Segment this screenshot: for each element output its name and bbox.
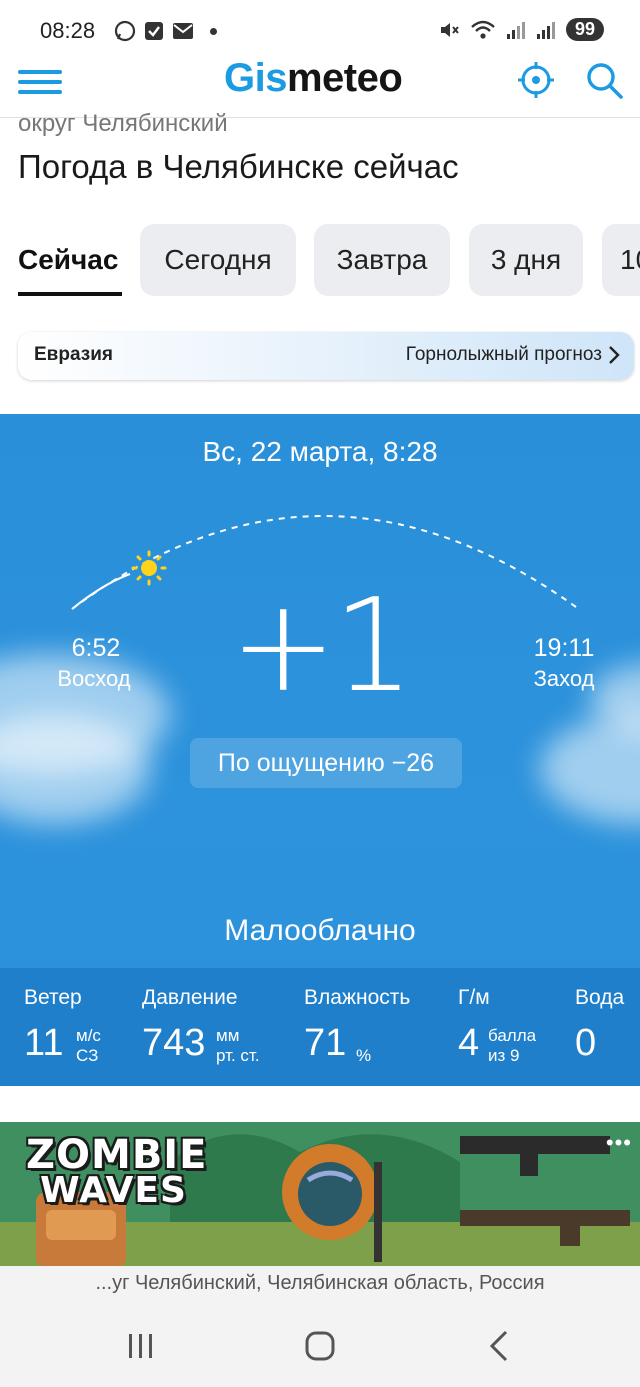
back-icon[interactable] — [480, 1326, 520, 1366]
ad-subtitle: WAVES — [40, 1170, 187, 1211]
banner-region: Евразия — [34, 344, 113, 365]
weather-now-card: Вс, 22 марта, 8:28 6:52 Восход 19:11 Зах… — [0, 414, 640, 1086]
weather-condition: Малооблачно — [224, 914, 416, 947]
page-title: Погода в Челябинске сейчас — [18, 148, 459, 185]
battery-indicator: 99 — [565, 18, 604, 41]
home-icon[interactable] — [300, 1326, 340, 1366]
current-temperature: +1 — [229, 572, 415, 721]
app-header: Gismeteo — [0, 52, 640, 118]
signal-icon — [506, 21, 525, 39]
logo-meteo: meteo — [286, 56, 403, 100]
location-footer: ...уг Челябинский, Челябинская область, … — [0, 1266, 640, 1304]
banner-link: Горнолыжный прогноз — [405, 344, 602, 365]
logo[interactable]: Gismeteo — [224, 56, 403, 101]
signal-icon — [536, 21, 555, 39]
mute-icon — [440, 22, 459, 37]
tab-today[interactable]: Сегодня — [140, 224, 296, 296]
tab-10-days[interactable]: 10 — [602, 224, 640, 296]
search-icon[interactable] — [584, 60, 624, 100]
chevron-right-icon — [609, 346, 620, 364]
feels-like: По ощущению −26 — [190, 738, 462, 788]
logo-gis: Gis — [224, 56, 287, 100]
recent-apps-icon[interactable] — [120, 1326, 160, 1366]
period-tabs: Сейчас Сегодня Завтра 3 дня 10 — [18, 224, 640, 298]
whatsapp-icon — [114, 20, 136, 42]
dot-icon — [210, 27, 217, 35]
tab-3-days[interactable]: 3 дня — [469, 224, 583, 296]
breadcrumb[interactable]: округ Челябинский — [18, 110, 228, 138]
ad-banner[interactable]: ZOMBIE WAVES ••• — [0, 1122, 640, 1268]
status-bar: 08:28 99 — [0, 0, 640, 52]
tab-tomorrow[interactable]: Завтра — [314, 224, 450, 296]
location-target-icon[interactable] — [516, 60, 556, 100]
weather-stats-bar: Ветер 11 м/с СЗ Давление 743 мм рт. ст. … — [0, 968, 640, 1086]
system-nav-bar — [0, 1304, 640, 1387]
ski-forecast-banner[interactable]: Евразия Горнолыжный прогноз — [18, 332, 634, 380]
menu-button[interactable] — [18, 64, 64, 104]
status-time: 08:28 — [40, 18, 96, 43]
tab-now[interactable]: Сейчас — [18, 224, 122, 296]
active-tab-underline — [18, 292, 122, 296]
ad-more-button[interactable]: ••• — [606, 1130, 632, 1156]
hamburger-icon — [18, 70, 62, 74]
check-message-icon — [145, 22, 163, 40]
mail-icon — [173, 23, 193, 39]
wifi-icon — [471, 20, 495, 39]
